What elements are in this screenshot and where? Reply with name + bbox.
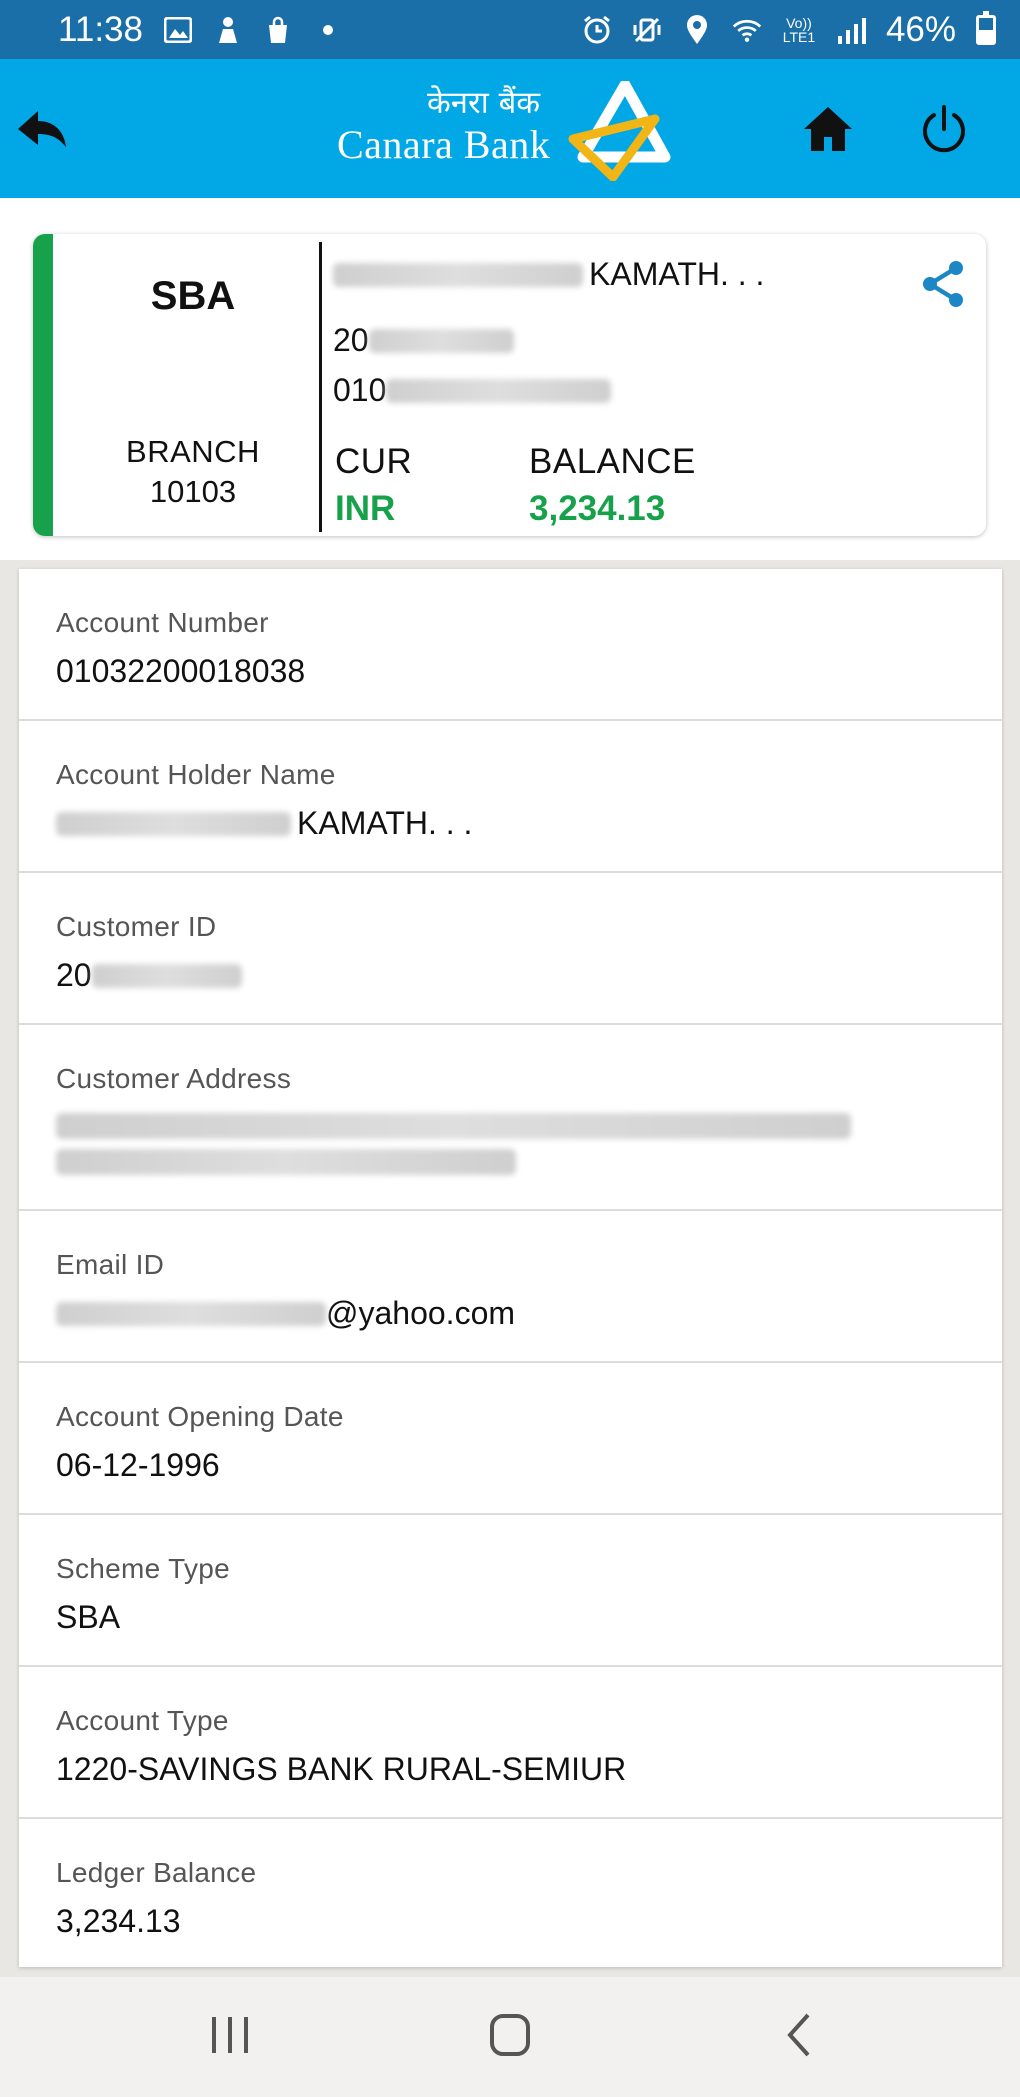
share-button[interactable] [916,256,972,312]
currency-value: INR [335,489,396,528]
power-icon [923,105,965,153]
customer-id-label: Customer ID [56,911,217,942]
balance-label: BALANCE [529,442,696,481]
detail-row-ledger-balance: Ledger Balance 3,234.13 [19,1819,1002,1967]
detail-row-account-type: Account Type 1220-SAVINGS BANK RURAL-SEM… [19,1667,1002,1819]
customer-id-prefix: 20 [333,322,369,358]
location-icon [682,14,712,45]
holder-name-label: Account Holder Name [56,759,336,790]
customer-id-visible: 20 [56,957,92,993]
chevron-left-icon [787,2013,810,2057]
summary-section: SBA BRANCH 10103 KAMATH. . . 20 010 CUR … [0,198,1020,560]
home-button[interactable] [800,101,856,157]
email-label: Email ID [56,1249,165,1280]
detail-row-email: Email ID @yahoo.com [19,1211,1002,1363]
battery-icon [976,10,996,45]
back-button[interactable] [14,101,70,157]
ledger-balance-value: 3,234.13 [56,1903,181,1939]
wifi-icon [732,15,762,45]
battery-percent: 46% [885,9,956,49]
accent-strip [33,234,53,536]
redacted-name [333,262,583,287]
status-right: Vo)) LTE1 46% [582,10,996,50]
status-bar: 11:38 Vo)) LTE1 46% [0,0,1020,59]
app-header: केनरा बैंक Canara Bank [0,59,1020,198]
currency-label: CUR [335,442,413,481]
account-details-list: Account Number 01032200018038 Account Ho… [19,569,1002,1967]
redacted-email-user [56,1301,326,1326]
share-icon [923,261,963,307]
email-domain: @yahoo.com [326,1295,516,1331]
detail-row-opening-date: Account Opening Date 06-12-1996 [19,1363,1002,1515]
recent-apps-button[interactable] [200,2005,260,2065]
card-divider [319,242,322,532]
scheme-code: SBA [150,274,236,318]
home-square-icon [490,2014,530,2056]
network-label: Vo)) LTE1 [782,14,816,45]
holder-name-visible: KAMATH. . . [297,805,473,841]
account-prefix: 010 [333,372,387,408]
mute-vibrate-icon [632,15,662,45]
system-home-button[interactable] [480,2005,540,2065]
customer-address-label: Customer Address [56,1063,292,1094]
opening-date-value: 06-12-1996 [56,1447,220,1483]
account-summary-card: SBA BRANCH 10103 KAMATH. . . 20 010 CUR … [33,234,986,536]
system-back-button[interactable] [770,2005,830,2065]
redacted-customer-id-full [91,963,242,988]
home-icon [804,107,852,151]
scheme-type-label: Scheme Type [56,1553,230,1584]
reply-arrow-icon [18,111,66,147]
opening-date-label: Account Opening Date [56,1401,344,1432]
account-number-value: 01032200018038 [56,653,306,689]
logout-button[interactable] [916,101,972,157]
account-type-label: Account Type [56,1705,229,1736]
dot-icon [313,15,343,45]
holder-name-value: KAMATH. . . [56,805,472,842]
system-nav-bar [0,1977,1020,2097]
detail-row-customer-address: Customer Address [19,1025,1002,1211]
bag-icon [263,15,293,45]
holder-name: KAMATH. . . [333,256,764,293]
image-icon [163,15,193,45]
balance-value: 3,234.13 [529,489,666,528]
redacted-address-line-2 [56,1149,516,1175]
redacted-account-number [386,378,612,403]
customer-address-value [56,1113,851,1175]
brand-hindi-text: केनरा बैंक [427,85,541,121]
account-type-value: 1220-SAVINGS BANK RURAL-SEMIUR [56,1751,627,1787]
status-left: 11:38 [58,10,343,50]
assistant-icon [213,15,243,45]
signal-icon [836,15,866,45]
redacted-holder-name [56,811,291,836]
detail-row-customer-id: Customer ID 20 [19,873,1002,1025]
canara-bank-logo-icon [568,81,671,181]
customer-id-value: 20 [56,957,242,994]
status-time: 11:38 [58,9,143,49]
branch-label: BRANCH [126,434,260,469]
scheme-type-value: SBA [56,1599,121,1635]
customer-id-short: 20 [333,322,514,359]
branch-code: 10103 [149,474,237,509]
email-value: @yahoo.com [56,1295,515,1332]
bank-brand: केनरा बैंक Canara Bank [335,81,685,181]
redacted-address-line-1 [56,1113,851,1139]
ledger-balance-label: Ledger Balance [56,1857,257,1888]
holder-name-suffix: KAMATH. . . [589,256,765,292]
detail-row-scheme-type: Scheme Type SBA [19,1515,1002,1667]
recent-apps-icon [212,2017,248,2053]
alarm-icon [582,15,612,45]
redacted-customer-id [368,328,514,353]
detail-row-holder-name: Account Holder Name KAMATH. . . [19,721,1002,873]
account-number-label: Account Number [56,607,269,638]
detail-row-account-number: Account Number 01032200018038 [19,569,1002,721]
brand-name-text: Canara Bank [337,122,551,167]
account-number-short: 010 [333,372,612,409]
